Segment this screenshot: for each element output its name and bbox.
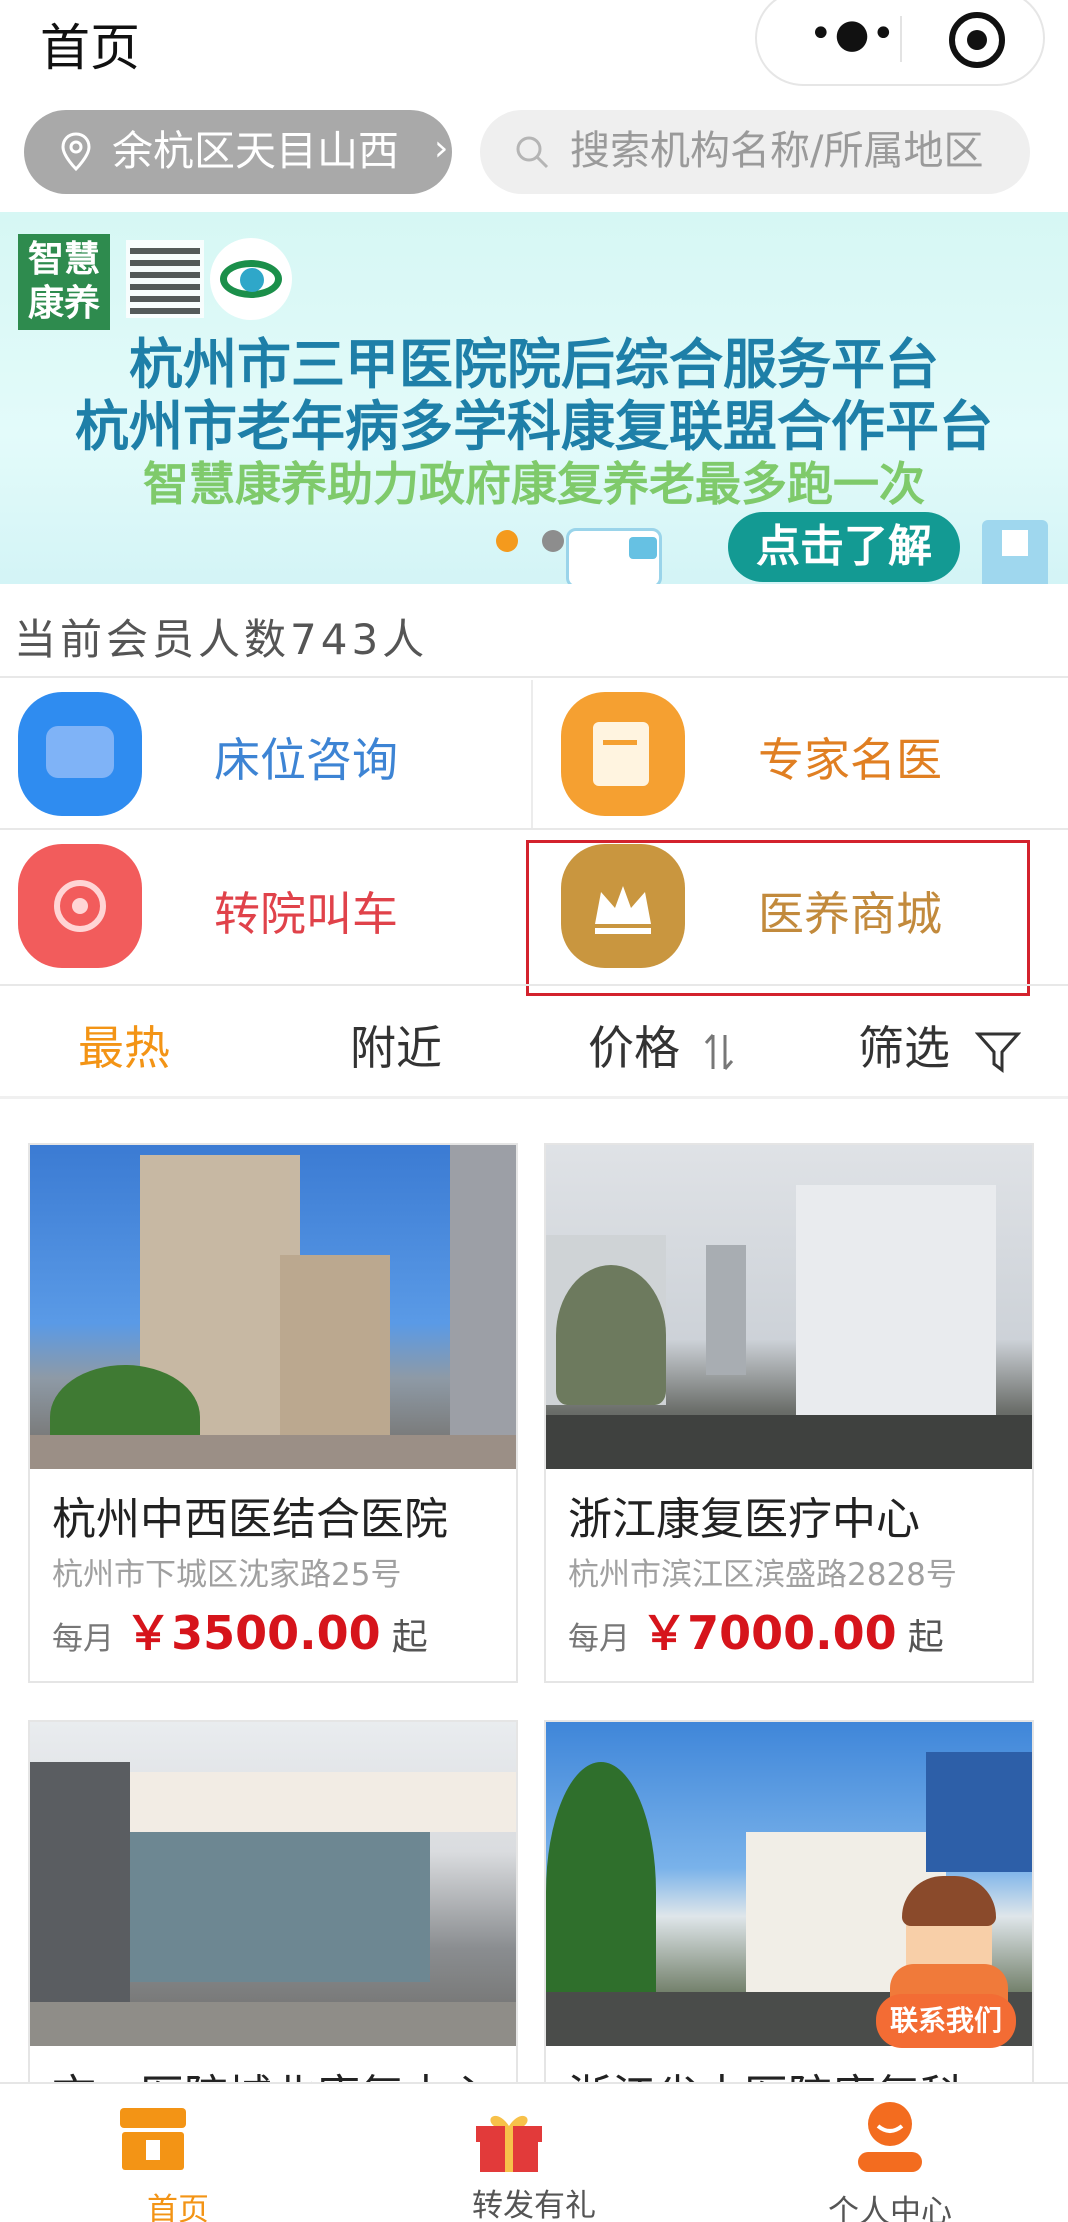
qr-code-image [126, 240, 204, 318]
tab-hottest[interactable]: 最热 [78, 1012, 170, 1078]
price-prefix: 每月 [568, 1621, 630, 1657]
menu-label-transfer: 转院叫车 [214, 887, 398, 941]
target-icon [18, 844, 142, 968]
carousel-dot-active[interactable] [496, 530, 518, 552]
sort-icon [704, 1033, 733, 1070]
capsule-divider [900, 16, 902, 62]
banner-slogan: 智慧康养助力政府康复养老最多跑一次 [143, 457, 925, 511]
institution-card[interactable]: 市一医院城北康复中心 [28, 1720, 518, 2100]
price-row: 每月 ￥3500.00 起 [52, 1597, 428, 1663]
nav-home-label: 首页 [147, 2192, 209, 2222]
institution-name: 杭州中西医结合医院 [52, 1494, 448, 1545]
price-value: ￥3500.00 [125, 1606, 381, 1660]
tab-filter[interactable]: 筛选 [858, 1012, 1021, 1078]
location-selector[interactable]: 余杭区天目山西 › [24, 110, 452, 194]
bed-icon [18, 692, 142, 816]
member-count: 当前会员人数743人 [14, 615, 429, 664]
menu-bed-consult[interactable]: 床位咨询 [0, 680, 530, 830]
tab-filter-label: 筛选 [858, 1021, 950, 1075]
top-bar: 首页 •●• [0, 0, 1068, 100]
filter-tabs: 最热 附近 价格 筛选 [0, 990, 1068, 1100]
mini-program-capsule: •●• [755, 0, 1045, 86]
nav-profile[interactable]: 个人中心 [712, 2084, 1068, 2222]
menu-label-expert: 专家名医 [758, 733, 942, 787]
eye-logo-icon [210, 238, 292, 320]
institution-photo [546, 1145, 1032, 1469]
institution-card[interactable]: 浙江康复医疗中心 杭州市滨江区滨盛路2828号 每月 ￥7000.00 起 [544, 1143, 1034, 1683]
divider [0, 676, 1068, 678]
tab-price[interactable]: 价格 [588, 1012, 735, 1078]
contact-us-label: 联系我们 [876, 1994, 1016, 2048]
user-icon [858, 2102, 922, 2172]
home-icon [120, 2108, 186, 2170]
gift-icon [476, 2115, 542, 2172]
learn-more-button[interactable]: 点击了解 [728, 512, 960, 582]
nav-share-gift-label: 转发有礼 [472, 2188, 596, 2222]
nav-home[interactable]: 首页 [0, 2084, 356, 2222]
tab-price-label: 价格 [588, 1021, 680, 1075]
price-value: ￥7000.00 [641, 1606, 897, 1660]
bottom-navigation: 首页 转发有礼 个人中心 [0, 2082, 1068, 2222]
search-placeholder: 搜索机构名称/所属地区 [570, 128, 984, 174]
menu-transfer-car[interactable]: 转院叫车 [0, 834, 530, 984]
price-suffix: 起 [907, 1617, 944, 1658]
divider [0, 828, 1068, 830]
contact-us-button[interactable]: 联系我们 [876, 1876, 1016, 2050]
brand-logo: 智慧 康养 [18, 234, 110, 330]
price-row: 每月 ￥7000.00 起 [568, 1597, 944, 1663]
ambulance-icon [566, 528, 662, 584]
search-icon [516, 136, 549, 169]
avatar-hair [902, 1876, 996, 1926]
institution-address: 杭州市下城区沈家路25号 [52, 1557, 402, 1593]
search-input[interactable]: 搜索机构名称/所属地区 [480, 110, 1030, 194]
location-label: 余杭区天目山西 [112, 127, 399, 175]
menu-expert-doctor[interactable]: 专家名医 [533, 680, 1068, 830]
institution-photo [30, 1145, 516, 1469]
close-mini-program-icon[interactable] [949, 12, 1005, 68]
divider [0, 984, 1068, 986]
hospital-building-icon [982, 520, 1048, 584]
page-title: 首页 [40, 19, 140, 77]
nav-profile-label: 个人中心 [828, 2194, 952, 2222]
divider [0, 1096, 1068, 1099]
nav-share-gift[interactable]: 转发有礼 [356, 2084, 712, 2222]
menu-label-bed: 床位咨询 [214, 733, 398, 787]
document-icon [561, 692, 685, 816]
app-page: 首页 •●• 余杭区天目山西 › 搜索机构名称/所属地区 智慧 康养 杭州市三甲医… [0, 0, 1068, 2222]
carousel-dot[interactable] [542, 530, 564, 552]
funnel-icon [974, 1032, 1021, 1073]
highlight-box [526, 840, 1030, 996]
chevron-right-icon: › [434, 128, 449, 169]
price-prefix: 每月 [52, 1621, 114, 1657]
institution-address: 杭州市滨江区滨盛路2828号 [568, 1557, 957, 1593]
institution-name: 浙江康复医疗中心 [568, 1494, 920, 1545]
promo-banner[interactable]: 智慧 康养 杭州市三甲医院院后综合服务平台 杭州市老年病多学科康复联盟合作平台 智… [0, 212, 1068, 584]
institution-card[interactable]: 杭州中西医结合医院 杭州市下城区沈家路25号 每月 ￥3500.00 起 [28, 1143, 518, 1683]
more-menu-icon[interactable]: •●• [809, 14, 897, 54]
price-suffix: 起 [391, 1617, 428, 1658]
location-pin-icon [61, 132, 91, 172]
institution-photo [30, 1722, 516, 2046]
tab-nearby[interactable]: 附近 [350, 1012, 442, 1078]
